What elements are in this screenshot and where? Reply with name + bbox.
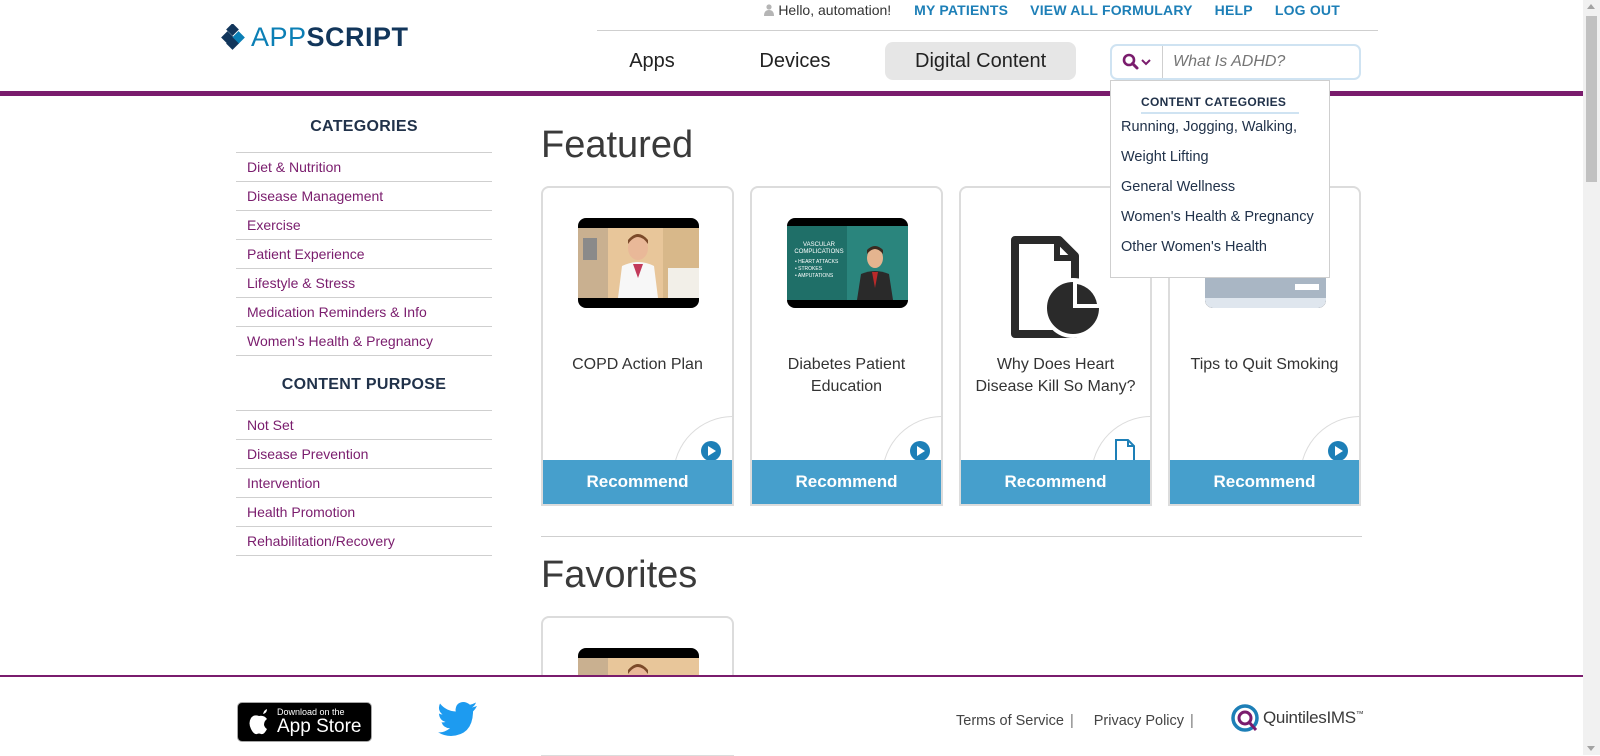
- partner-name-text: QuintilesIMS: [1263, 708, 1356, 727]
- sidebar-item-disease-prevention[interactable]: Disease Prevention: [236, 440, 492, 469]
- logo-text-bold: SCRIPT: [306, 22, 409, 52]
- view-all-formulary-link[interactable]: VIEW ALL FORMULARY: [1030, 2, 1193, 18]
- scroll-down-arrow-icon[interactable]: [1587, 746, 1595, 751]
- card-title: Diabetes Patient Education: [787, 356, 906, 395]
- search-type-button[interactable]: [1112, 46, 1163, 78]
- thumb-line-1: VASCULAR: [803, 242, 836, 248]
- app-store-badge[interactable]: Download on the App Store: [237, 702, 372, 742]
- logo-mark-icon: [221, 24, 245, 50]
- user-bar: Hello, automation! MY PATIENTS VIEW ALL …: [764, 2, 1340, 18]
- presenter-video-image: VASCULAR COMPLICATIONS • HEART ATTACKS •…: [787, 226, 908, 300]
- recommend-button[interactable]: Recommend: [752, 460, 941, 504]
- content-purpose-heading: CONTENT PURPOSE: [281, 376, 447, 393]
- thumb-line-4: • STROKES: [795, 266, 823, 272]
- user-icon: [764, 4, 775, 16]
- thumb-line-3: • HEART ATTACKS: [795, 259, 839, 265]
- featured-heading: Featured: [541, 124, 694, 166]
- dropdown-item-running[interactable]: Running, Jogging, Walking,: [1121, 119, 1297, 135]
- twitter-icon[interactable]: [438, 702, 478, 736]
- recommend-button[interactable]: Recommend: [543, 460, 732, 504]
- play-icon: [910, 441, 930, 461]
- play-icon: [1328, 441, 1348, 461]
- content-card-copd[interactable]: COPD Action Plan Recommend: [541, 186, 734, 506]
- content-categories-dropdown: CONTENT CATEGORIES Running, Jogging, Wal…: [1110, 80, 1330, 278]
- dropdown-item-womens-health[interactable]: Women's Health & Pregnancy: [1121, 209, 1314, 225]
- partner-trademark: ™: [1355, 709, 1364, 719]
- dropdown-item-other-womens-health[interactable]: Other Women's Health: [1121, 239, 1267, 255]
- sidebar-item-disease-management[interactable]: Disease Management: [236, 182, 492, 211]
- footer-separator: |: [1190, 713, 1194, 729]
- page-scrollbar[interactable]: [1583, 0, 1600, 755]
- section-divider: [541, 536, 1362, 537]
- play-icon: [701, 441, 721, 461]
- dropdown-item-weight-lifting[interactable]: Weight Lifting: [1121, 149, 1209, 165]
- sidebar-item-medication-reminders[interactable]: Medication Reminders & Info: [236, 298, 492, 327]
- sidebar-item-intervention[interactable]: Intervention: [236, 469, 492, 498]
- dropdown-heading: CONTENT CATEGORIES: [1141, 95, 1299, 114]
- dropdown-item-general-wellness[interactable]: General Wellness: [1121, 179, 1235, 195]
- sidebar: CATEGORIES Diet & Nutrition Disease Mana…: [236, 112, 492, 556]
- my-patients-link[interactable]: MY PATIENTS: [914, 2, 1008, 18]
- main-nav: Apps Devices Digital Content: [597, 42, 1077, 80]
- tab-digital-content[interactable]: Digital Content: [885, 42, 1077, 80]
- greeting-text: Hello, automation!: [778, 2, 892, 18]
- header-accent-bar: [0, 91, 1583, 96]
- content-card-diabetes[interactable]: VASCULAR COMPLICATIONS • HEART ATTACKS •…: [750, 186, 943, 506]
- greeting: Hello, automation!: [764, 2, 891, 18]
- tab-apps[interactable]: Apps: [597, 42, 707, 80]
- footer-links: Terms of Service | Privacy Policy |: [956, 713, 1214, 729]
- search-box: [1110, 44, 1361, 80]
- quintilesims-logo-icon: [1231, 704, 1259, 732]
- appscript-logo[interactable]: APPSCRIPT: [220, 22, 409, 52]
- card-title: Why Does Heart Disease Kill So Many?: [975, 356, 1136, 395]
- sidebar-item-exercise[interactable]: Exercise: [236, 211, 492, 240]
- header: APPSCRIPT Hello, automation! MY PATIENTS…: [0, 0, 1583, 94]
- search-input[interactable]: [1171, 52, 1355, 72]
- sidebar-item-womens-health[interactable]: Women's Health & Pregnancy: [236, 327, 492, 356]
- quintilesims-logo[interactable]: QuintilesIMS™: [1230, 703, 1364, 733]
- video-thumbnail[interactable]: VASCULAR COMPLICATIONS • HEART ATTACKS •…: [787, 218, 908, 308]
- log-out-link[interactable]: LOG OUT: [1275, 2, 1340, 18]
- document-chart-icon: [1011, 236, 1103, 338]
- doctor-video-image: [578, 228, 699, 298]
- sidebar-item-lifestyle-stress[interactable]: Lifestyle & Stress: [236, 269, 492, 298]
- terms-of-service-link[interactable]: Terms of Service: [956, 713, 1064, 729]
- categories-list: Diet & Nutrition Disease Management Exer…: [236, 152, 492, 356]
- card-title: Tips to Quit Smoking: [1190, 356, 1339, 373]
- scrollbar-thumb[interactable]: [1586, 16, 1597, 182]
- search-icon: [1122, 53, 1151, 70]
- favorites-heading: Favorites: [541, 554, 698, 596]
- appstore-big-text: App Store: [277, 716, 362, 737]
- purpose-list: Not Set Disease Prevention Intervention …: [236, 410, 492, 556]
- sidebar-item-not-set[interactable]: Not Set: [236, 411, 492, 440]
- thumb-line-2: COMPLICATIONS: [794, 249, 843, 255]
- recommend-button[interactable]: Recommend: [961, 460, 1150, 504]
- sidebar-item-patient-experience[interactable]: Patient Experience: [236, 240, 492, 269]
- thumb-line-5: • AMPUTATIONS: [795, 273, 834, 279]
- logo-text-light: APP: [251, 22, 307, 52]
- sidebar-item-diet-nutrition[interactable]: Diet & Nutrition: [236, 153, 492, 182]
- privacy-policy-link[interactable]: Privacy Policy: [1094, 713, 1184, 729]
- help-link[interactable]: HELP: [1215, 2, 1253, 18]
- partner-name: QuintilesIMS™: [1263, 708, 1364, 728]
- sidebar-item-health-promotion[interactable]: Health Promotion: [236, 498, 492, 527]
- recommend-button[interactable]: Recommend: [1170, 460, 1359, 504]
- footer-separator: |: [1069, 713, 1074, 729]
- sidebar-item-rehabilitation-recovery[interactable]: Rehabilitation/Recovery: [236, 527, 492, 556]
- tab-devices[interactable]: Devices: [715, 42, 875, 80]
- scroll-up-arrow-icon[interactable]: [1587, 4, 1595, 9]
- categories-heading: CATEGORIES: [310, 118, 418, 135]
- header-divider: [597, 30, 1378, 31]
- card-title: COPD Action Plan: [572, 356, 703, 373]
- apple-icon: [249, 709, 267, 735]
- logo-text: APPSCRIPT: [251, 22, 409, 52]
- video-thumbnail[interactable]: [578, 218, 699, 308]
